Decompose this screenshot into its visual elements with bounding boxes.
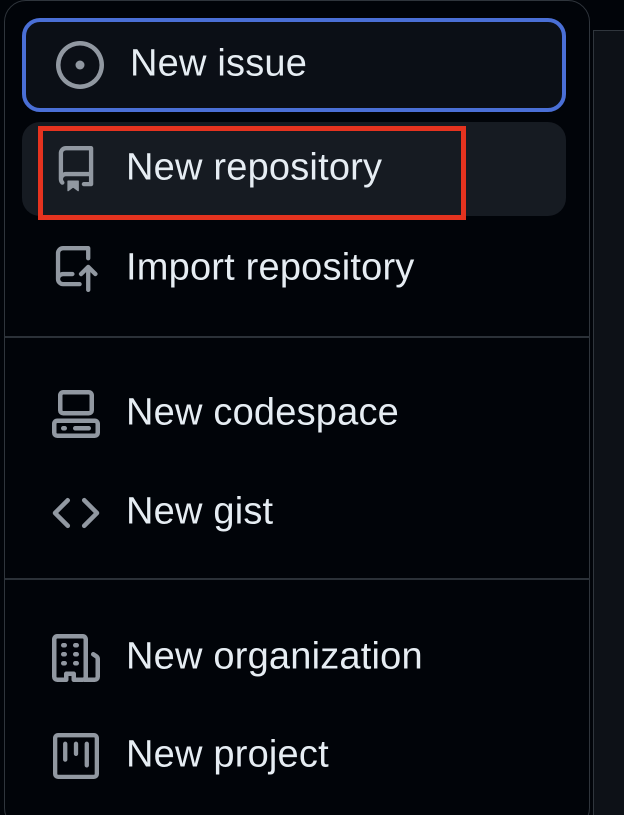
menu-item-import-repository[interactable]: Import repository xyxy=(22,222,566,316)
menu-item-label: New issue xyxy=(130,42,308,85)
menu-item-new-codespace[interactable]: New codespace xyxy=(22,367,566,461)
menu-item-new-issue[interactable]: New issue xyxy=(22,18,566,112)
menu-divider xyxy=(5,336,590,338)
menu-item-new-gist[interactable]: New gist xyxy=(22,466,566,560)
organization-icon xyxy=(50,632,102,684)
project-icon xyxy=(50,730,102,782)
menu-item-label: New gist xyxy=(126,490,274,533)
repo-icon xyxy=(50,143,102,195)
menu-item-label: Import repository xyxy=(126,246,415,289)
background-panel xyxy=(593,30,624,815)
page: New issue New repository Import reposito… xyxy=(0,0,624,815)
menu-item-new-organization[interactable]: New organization xyxy=(22,611,566,705)
menu-item-new-repository[interactable]: New repository xyxy=(22,122,566,216)
menu-item-label: New repository xyxy=(126,146,383,189)
menu-item-label: New codespace xyxy=(126,391,399,434)
issue-opened-icon xyxy=(54,39,106,91)
menu-item-label: New project xyxy=(126,733,329,776)
repo-push-icon xyxy=(50,243,102,295)
menu-item-new-project[interactable]: New project xyxy=(22,709,566,803)
code-icon xyxy=(50,487,102,539)
codespaces-icon xyxy=(50,388,102,440)
menu-item-label: New organization xyxy=(126,635,423,678)
menu-divider xyxy=(5,578,590,580)
